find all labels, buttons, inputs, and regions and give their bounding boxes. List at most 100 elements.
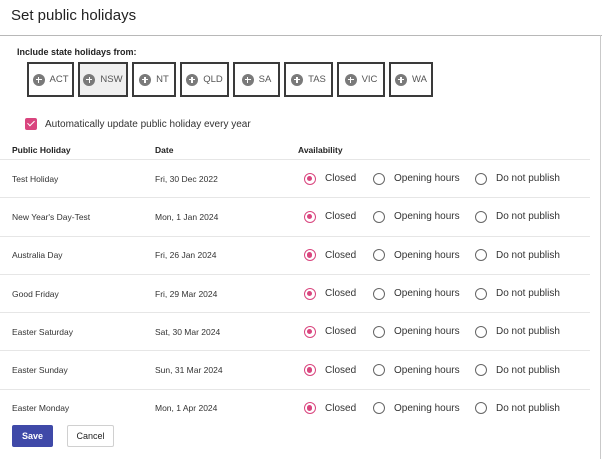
- option-label: Do not publish: [496, 364, 560, 376]
- state-button-wa[interactable]: WA: [389, 62, 433, 97]
- state-button-qld[interactable]: QLD: [180, 62, 229, 97]
- plus-circle-icon: [291, 73, 304, 86]
- table-row: Easter Saturday Sat, 30 Mar 2024 Closed Ope…: [0, 312, 590, 350]
- availability-option-do-not-publish[interactable]: Do not publish: [475, 210, 560, 223]
- option-label: Closed: [325, 211, 357, 223]
- radio-button[interactable]: [373, 210, 385, 223]
- dialog-title: Set public holidays: [11, 7, 137, 24]
- table-row: Test Holiday Fri, 30 Dec 2022 Closed Openin…: [0, 159, 590, 197]
- header-public-holiday: Public Holiday: [12, 145, 71, 155]
- plus-circle-icon: [186, 73, 199, 86]
- radio-button[interactable]: [373, 249, 385, 262]
- state-button-label: TAS: [308, 74, 326, 85]
- availability-option-do-not-publish[interactable]: Do not publish: [475, 325, 560, 338]
- radio-button[interactable]: [304, 287, 316, 300]
- availability-option-closed[interactable]: Closed: [304, 402, 373, 415]
- radio-button[interactable]: [373, 325, 385, 338]
- save-button[interactable]: Save: [12, 425, 53, 447]
- cancel-button[interactable]: Cancel: [67, 425, 114, 447]
- availability-option-do-not-publish[interactable]: Do not publish: [475, 287, 560, 300]
- option-label: Do not publish: [496, 211, 560, 223]
- option-label: Opening hours: [394, 288, 460, 300]
- state-button-nsw[interactable]: NSW: [78, 62, 128, 97]
- availability-option-opening-hours[interactable]: Opening hours: [373, 172, 475, 185]
- state-holidays-label: Include state holidays from:: [17, 47, 137, 57]
- availability-option-opening-hours[interactable]: Opening hours: [373, 210, 475, 223]
- option-label: Opening hours: [394, 211, 460, 223]
- radio-button[interactable]: [475, 402, 487, 415]
- availability-options: Closed Opening hours Do not publish: [304, 364, 560, 377]
- radio-button[interactable]: [373, 402, 385, 415]
- table-row: Easter Monday Mon, 1 Apr 2024 Closed Openin…: [0, 388, 590, 427]
- holiday-table-body: Test Holiday Fri, 30 Dec 2022 Closed Openin…: [0, 159, 590, 427]
- radio-button[interactable]: [304, 325, 316, 338]
- availability-option-closed[interactable]: Closed: [304, 172, 373, 185]
- availability-option-opening-hours[interactable]: Opening hours: [373, 325, 475, 338]
- holiday-date: Sat, 30 Mar 2024: [155, 326, 221, 337]
- table-row: Easter Sunday Sun, 31 Mar 2024 Closed Openi…: [0, 350, 590, 388]
- availability-options: Closed Opening hours Do not publish: [304, 249, 560, 262]
- state-button-label: VIC: [361, 74, 378, 85]
- state-button-sa[interactable]: SA: [233, 62, 280, 97]
- plus-circle-icon: [241, 73, 254, 86]
- availability-option-do-not-publish[interactable]: Do not publish: [475, 172, 560, 185]
- state-button-act[interactable]: ACT: [27, 62, 74, 97]
- radio-button[interactable]: [475, 249, 487, 262]
- state-button-vic[interactable]: VIC: [337, 62, 385, 97]
- availability-option-closed[interactable]: Closed: [304, 210, 373, 223]
- holiday-date: Fri, 29 Mar 2024: [155, 288, 218, 299]
- radio-button[interactable]: [304, 172, 316, 185]
- availability-option-closed[interactable]: Closed: [304, 249, 373, 262]
- availability-option-opening-hours[interactable]: Opening hours: [373, 287, 475, 300]
- table-row: New Year's Day-Test Mon, 1 Jan 2024 Closed…: [0, 197, 590, 235]
- header-date: Date: [155, 145, 174, 155]
- plus-circle-icon: [83, 73, 96, 86]
- state-button-tas[interactable]: TAS: [284, 62, 333, 97]
- radio-button[interactable]: [373, 287, 385, 300]
- radio-button[interactable]: [475, 210, 487, 223]
- availability-option-closed[interactable]: Closed: [304, 287, 373, 300]
- availability-option-do-not-publish[interactable]: Do not publish: [475, 364, 560, 377]
- plus-circle-icon: [32, 73, 45, 86]
- availability-option-closed[interactable]: Closed: [304, 325, 373, 338]
- state-button-nt[interactable]: NT: [132, 62, 176, 97]
- option-label: Do not publish: [496, 173, 560, 185]
- holiday-name: Test Holiday: [12, 173, 59, 184]
- auto-update-row[interactable]: Automatically update public holiday ever…: [25, 118, 251, 130]
- state-button-label: SA: [258, 74, 272, 85]
- radio-button[interactable]: [373, 172, 385, 185]
- option-label: Closed: [325, 173, 357, 185]
- auto-update-checkbox[interactable]: [25, 118, 37, 130]
- dialog-edge: [600, 35, 601, 459]
- radio-button[interactable]: [373, 364, 385, 377]
- holiday-name: Easter Sunday: [12, 365, 68, 376]
- radio-button[interactable]: [304, 210, 316, 223]
- radio-button[interactable]: [304, 249, 316, 262]
- radio-button[interactable]: [304, 402, 316, 415]
- availability-option-do-not-publish[interactable]: Do not publish: [475, 249, 560, 262]
- availability-option-opening-hours[interactable]: Opening hours: [373, 249, 475, 262]
- availability-options: Closed Opening hours Do not publish: [304, 287, 560, 300]
- title-divider: [0, 35, 602, 36]
- option-label: Do not publish: [496, 249, 560, 261]
- plus-circle-icon: [139, 73, 152, 86]
- option-label: Do not publish: [496, 288, 560, 300]
- option-label: Closed: [325, 249, 357, 261]
- plus-circle-icon: [395, 73, 408, 86]
- radio-button[interactable]: [475, 172, 487, 185]
- availability-option-do-not-publish[interactable]: Do not publish: [475, 402, 560, 415]
- holiday-date: Sun, 31 Mar 2024: [155, 365, 223, 376]
- plus-circle-icon: [344, 73, 357, 86]
- holiday-date: Fri, 26 Jan 2024: [155, 250, 217, 261]
- option-label: Opening hours: [394, 249, 460, 261]
- availability-option-closed[interactable]: Closed: [304, 364, 373, 377]
- availability-option-opening-hours[interactable]: Opening hours: [373, 402, 475, 415]
- availability-option-opening-hours[interactable]: Opening hours: [373, 364, 475, 377]
- radio-button[interactable]: [475, 364, 487, 377]
- option-label: Closed: [325, 288, 357, 300]
- holiday-name: Easter Saturday: [12, 326, 73, 337]
- radio-button[interactable]: [304, 364, 316, 377]
- radio-button[interactable]: [475, 325, 487, 338]
- radio-button[interactable]: [475, 287, 487, 300]
- table-row: Good Friday Fri, 29 Mar 2024 Closed Opening…: [0, 273, 590, 312]
